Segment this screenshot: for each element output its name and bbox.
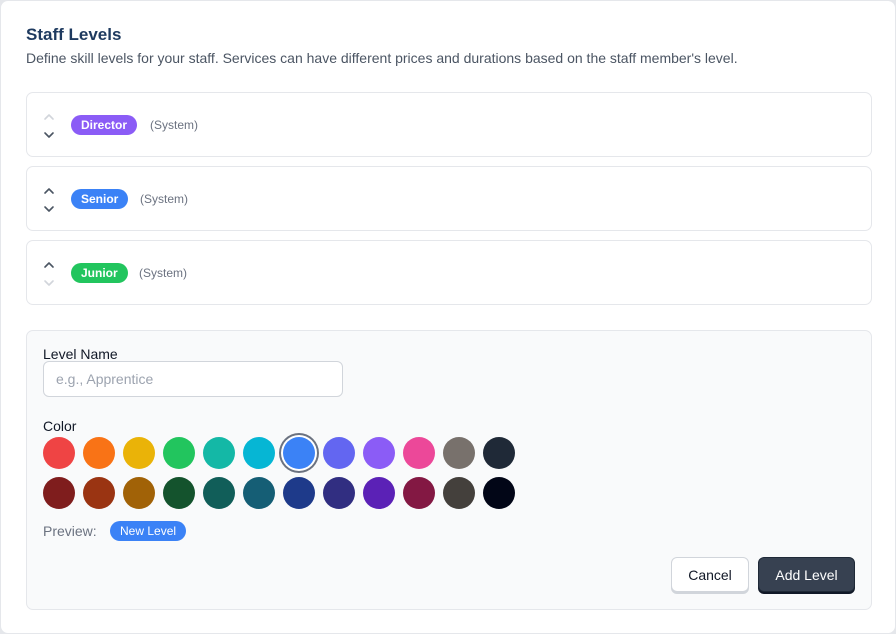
move-down-icon[interactable] [42, 128, 56, 142]
color-swatch[interactable] [403, 477, 435, 509]
color-swatch[interactable] [163, 437, 195, 469]
color-swatch[interactable] [243, 477, 275, 509]
add-level-form: Level Name Color Preview: New Level Canc… [26, 330, 872, 610]
color-swatch[interactable] [123, 437, 155, 469]
color-swatch[interactable] [243, 437, 275, 469]
move-down-icon [42, 276, 56, 290]
level-badge: Director [71, 115, 138, 135]
move-up-icon[interactable] [42, 184, 56, 198]
preview-label: Preview: [43, 523, 97, 539]
color-swatch[interactable] [123, 477, 155, 509]
add-level-button[interactable]: Add Level [758, 557, 855, 592]
color-swatch[interactable] [43, 437, 75, 469]
reorder-controls [42, 255, 56, 293]
color-swatch[interactable] [363, 437, 395, 469]
move-up-icon[interactable] [42, 258, 56, 272]
color-swatch[interactable] [283, 477, 315, 509]
color-label: Color [43, 418, 77, 434]
color-swatch[interactable] [483, 477, 515, 509]
preview-badge: New Level [110, 521, 187, 541]
color-swatch[interactable] [443, 477, 475, 509]
system-tag: (System) [150, 118, 198, 132]
color-swatch[interactable] [83, 437, 115, 469]
page-description: Define skill levels for your staff. Serv… [26, 50, 738, 66]
level-row-senior: Senior (System) [26, 166, 872, 231]
reorder-controls [42, 181, 56, 219]
staff-levels-card: Staff Levels Define skill levels for you… [0, 0, 896, 634]
level-row-director: Director (System) [26, 92, 872, 157]
color-swatch[interactable] [43, 477, 75, 509]
color-swatch[interactable] [323, 437, 355, 469]
color-swatch[interactable] [403, 437, 435, 469]
color-swatch[interactable] [363, 477, 395, 509]
color-swatch[interactable] [323, 477, 355, 509]
color-swatch[interactable] [163, 477, 195, 509]
color-swatch[interactable] [203, 477, 235, 509]
color-swatch[interactable] [203, 437, 235, 469]
color-swatch[interactable] [443, 437, 475, 469]
level-row-junior: Junior (System) [26, 240, 872, 305]
color-swatch-row [43, 477, 523, 517]
level-name-input[interactable] [43, 361, 343, 397]
color-swatch[interactable] [283, 437, 315, 469]
reorder-controls [42, 107, 56, 145]
color-swatch[interactable] [83, 477, 115, 509]
system-tag: (System) [140, 192, 188, 206]
level-badge: Senior [71, 189, 129, 209]
move-up-icon [42, 110, 56, 124]
color-swatch[interactable] [483, 437, 515, 469]
system-tag: (System) [139, 266, 187, 280]
cancel-button[interactable]: Cancel [671, 557, 749, 592]
level-name-label: Level Name [43, 346, 118, 362]
page-title: Staff Levels [26, 25, 122, 44]
move-down-icon[interactable] [42, 202, 56, 216]
color-picker [43, 437, 523, 517]
color-swatch-row [43, 437, 523, 477]
level-badge: Junior [71, 263, 128, 283]
